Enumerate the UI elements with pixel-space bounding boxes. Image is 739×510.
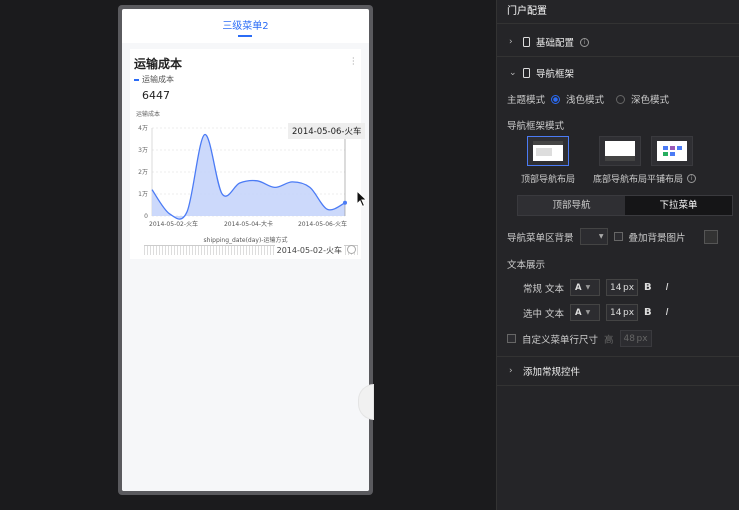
- menu-bg-label: 导航菜单区背景: [507, 232, 574, 244]
- theme-mode-label: 主题模式: [507, 95, 546, 106]
- layout-bottom-label: 底部导航布局: [593, 175, 648, 185]
- y-tick-label: 3万: [138, 147, 148, 154]
- selected-text-label: 选中 文本: [523, 308, 565, 320]
- unit-label: px: [622, 282, 635, 293]
- x-tick-label: 2014-05-04-大卡: [224, 220, 273, 228]
- normal-font-select[interactable]: A ▼: [570, 279, 601, 296]
- selected-text-row: 选中 文本 A ▼ 14 px B I: [523, 304, 669, 321]
- custom-row-size-label: 自定义菜单行尺寸: [522, 334, 599, 346]
- overlay-bg-checkbox[interactable]: [613, 232, 623, 241]
- seg-top-nav[interactable]: 顶部导航: [518, 196, 625, 215]
- chevron-down-icon: ▼: [585, 284, 591, 291]
- image-upload-icon[interactable]: [703, 229, 718, 244]
- mobile-screen: 三级菜单2 运输成本 · · · 运输成本 6447 运输成本 4万 3万 2万 1万 0 2…: [122, 9, 369, 491]
- y-tick-label: 0: [144, 213, 148, 220]
- normal-text-row: 常规 文本 A ▼ 14 px B I: [523, 279, 669, 296]
- layout-bottom-thumbnail[interactable]: [599, 136, 641, 166]
- normal-text-label: 常规 文本: [523, 283, 565, 295]
- overlay-bg-label: 叠加背景图片: [628, 232, 686, 244]
- italic-toggle[interactable]: I: [666, 307, 669, 318]
- light-mode-label[interactable]: 浅色模式: [566, 92, 604, 106]
- unit-label: px: [622, 307, 635, 318]
- y-tick-label: 1万: [138, 191, 148, 198]
- bottom-nav-layout-icon: [605, 141, 635, 161]
- menu-bg-color-select[interactable]: ▼: [579, 228, 608, 245]
- portal-config-panel: 门户配置 › 基础配置 i ⌄ 导航框架 主题模式 浅色模式 深色模式 导航框架…: [496, 0, 739, 510]
- selected-font-select[interactable]: A ▼: [570, 304, 601, 321]
- tile-layout-icon: [656, 141, 687, 161]
- section-basic-config[interactable]: › 基础配置 i: [497, 28, 739, 57]
- area-chart[interactable]: 4万 3万 2万 1万 02014-05-02-火车 2014-05-04-大卡 2014-…: [130, 49, 361, 235]
- radio-light-mode[interactable]: [551, 94, 561, 104]
- layout-top-thumbnail[interactable]: [527, 136, 569, 166]
- section-add-controls[interactable]: › 添加常规控件: [497, 357, 739, 386]
- panel-title: 门户配置: [497, 0, 739, 24]
- chevron-right-icon: ›: [509, 366, 513, 376]
- slider-handle[interactable]: [347, 245, 356, 254]
- normal-size-value: 14: [610, 282, 622, 293]
- mobile-icon: [523, 67, 530, 78]
- frame-mode-label: 导航框架模式: [507, 121, 565, 132]
- y-tick-label: 4万: [138, 125, 148, 132]
- bold-toggle[interactable]: B: [644, 307, 652, 318]
- normal-size-input[interactable]: 14 px: [606, 279, 639, 296]
- radio-dark-mode[interactable]: [616, 94, 626, 104]
- layout-tile-thumbnail[interactable]: [650, 136, 693, 166]
- custom-row-size-checkbox[interactable]: [507, 334, 516, 343]
- dark-mode-label[interactable]: 深色模式: [631, 92, 669, 106]
- chevron-down-icon: ▼: [585, 309, 591, 316]
- layout-tile-label: 平铺布局 i: [647, 172, 697, 185]
- chart-card[interactable]: 运输成本 · · · 运输成本 6447 运输成本 4万 3万 2万 1万 0 2014-05…: [130, 49, 366, 259]
- layout-option-top[interactable]: 顶部导航布局: [521, 136, 575, 185]
- chevron-down-icon: ⌄: [509, 67, 517, 78]
- layout-option-bottom[interactable]: 底部导航布局: [593, 136, 647, 185]
- bold-toggle[interactable]: B: [644, 282, 652, 293]
- x-axis-name: shipping_date(day)-运输方式: [203, 237, 288, 244]
- chevron-right-icon: ›: [509, 37, 513, 47]
- range-slider[interactable]: 2014-05-02-火车: [144, 245, 358, 256]
- font-glyph: A: [575, 307, 582, 318]
- row-height-value: 48: [623, 333, 635, 344]
- section-basic-config-label: 基础配置: [536, 38, 575, 49]
- top-nav-layout-icon: [533, 141, 563, 161]
- selected-size-value: 14: [610, 307, 622, 318]
- info-icon[interactable]: i: [580, 37, 590, 47]
- y-tick-label: 2万: [138, 169, 148, 176]
- theme-mode-row: 主题模式 浅色模式 深色模式: [507, 92, 669, 106]
- data-point: [343, 200, 347, 205]
- slider-label: 2014-05-02-火车: [274, 245, 344, 256]
- seg-dropdown-menu[interactable]: 下拉菜单: [625, 196, 732, 215]
- section-nav-frame[interactable]: ⌄ 导航框架: [497, 58, 739, 87]
- layout-tile-text: 平铺布局: [647, 175, 684, 185]
- mobile-icon: [523, 37, 530, 47]
- info-icon[interactable]: i: [687, 174, 697, 183]
- menu-tab-underline: [238, 35, 252, 37]
- row-height-input[interactable]: 48 px: [619, 330, 652, 347]
- custom-row-size-row: 自定义菜单行尺寸 高 48 px: [507, 330, 652, 347]
- unit-label: px: [636, 333, 648, 344]
- menu-bg-row: 导航菜单区背景 ▼ 叠加背景图片: [507, 228, 718, 245]
- section-nav-frame-label: 导航框架: [536, 68, 575, 80]
- x-tick-label: 2014-05-06-火车: [298, 220, 347, 228]
- chart-tooltip: 2014-05-06-火车: [288, 123, 366, 139]
- mouse-cursor-icon: [356, 190, 368, 208]
- layout-top-label: 顶部导航布局: [521, 175, 576, 185]
- menu-tab-level3[interactable]: 三级菜单2: [122, 17, 369, 32]
- height-label: 高: [604, 334, 614, 346]
- text-display-label: 文本展示: [507, 260, 546, 271]
- layout-option-tile[interactable]: 平铺布局 i: [647, 136, 697, 185]
- x-tick-label: 2014-05-02-火车: [149, 220, 198, 228]
- nav-style-segmented[interactable]: 顶部导航 下拉菜单: [517, 195, 733, 216]
- section-add-controls-label: 添加常规控件: [523, 367, 581, 378]
- mobile-preview-frame: 三级菜单2 运输成本 · · · 运输成本 6447 运输成本 4万 3万 2万 1万 0 2…: [118, 5, 373, 495]
- design-canvas: 三级菜单2 运输成本 · · · 运输成本 6447 运输成本 4万 3万 2万 1万 0 2…: [0, 0, 496, 510]
- series-area: [152, 134, 345, 220]
- font-glyph: A: [575, 282, 582, 293]
- italic-toggle[interactable]: I: [666, 282, 669, 293]
- selected-size-input[interactable]: 14 px: [606, 304, 639, 321]
